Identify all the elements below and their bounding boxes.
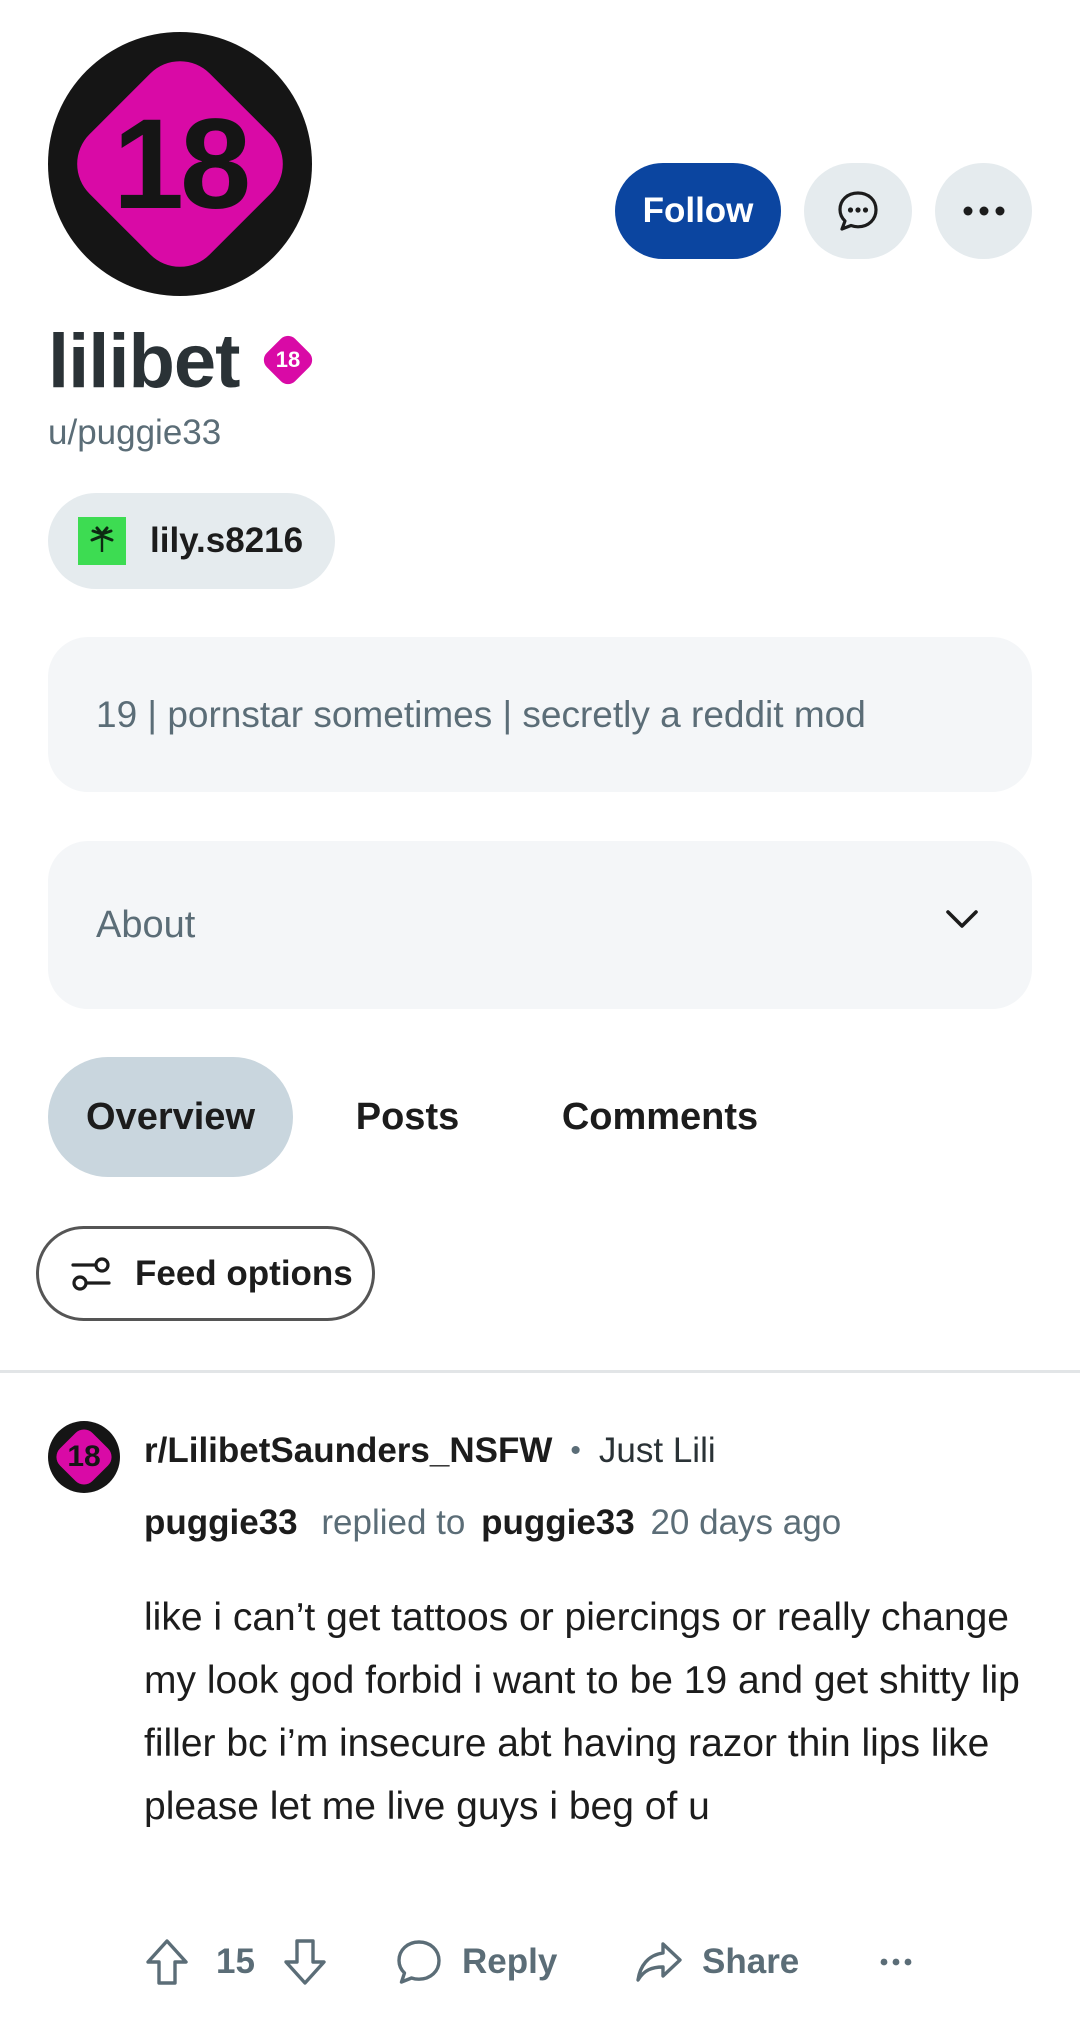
parent-author[interactable]: puggie33	[481, 1503, 635, 1542]
about-section[interactable]: About	[48, 841, 1032, 1009]
nsfw-badge-text: 18	[275, 347, 301, 372]
more-horizontal-icon	[963, 206, 1004, 216]
profile-avatar-text: 18	[112, 92, 251, 236]
subreddit-link[interactable]: r/LilibetSaunders_NSFW	[144, 1431, 552, 1471]
comment-more-button[interactable]	[879, 1932, 913, 1992]
share-button[interactable]: Share	[634, 1932, 799, 1992]
share-label: Share	[702, 1942, 800, 1981]
downvote-icon	[284, 1939, 326, 1985]
display-name: lilibet	[48, 319, 240, 404]
subreddit-avatar-text: 18	[67, 1440, 101, 1473]
palm-tree-icon	[78, 517, 126, 565]
post-title[interactable]: Just Lili	[599, 1431, 716, 1471]
vote-score: 15	[216, 1942, 255, 1981]
tab-comments[interactable]: Comments	[535, 1057, 785, 1177]
reply-label: Reply	[462, 1942, 558, 1981]
share-icon	[636, 1942, 682, 1982]
social-link-label: lily.s8216	[150, 521, 304, 560]
chevron-down-icon	[946, 910, 978, 928]
comment-meta: puggie33 replied to puggie33 20 days ago	[144, 1503, 841, 1543]
follow-button[interactable]: Follow	[615, 163, 781, 259]
more-horizontal-icon	[880, 1958, 912, 1966]
profile-avatar: 18	[48, 32, 312, 296]
divider	[0, 1370, 1080, 1373]
reply-button[interactable]: Reply	[394, 1932, 557, 1992]
comment-age: 20 days ago	[650, 1503, 842, 1542]
comment-body[interactable]: like i can’t get tattoos or piercings or…	[144, 1586, 1024, 1838]
feed-options-button[interactable]: Feed options	[36, 1226, 375, 1321]
chat-button[interactable]	[804, 163, 912, 259]
separator-dot: •	[570, 1434, 581, 1467]
comment-icon	[397, 1940, 441, 1984]
more-options-button[interactable]	[935, 163, 1032, 259]
comment-subreddit-line: r/LilibetSaunders_NSFW • Just Lili	[144, 1431, 716, 1471]
chat-bubble-icon	[838, 191, 878, 231]
tab-posts[interactable]: Posts	[330, 1057, 485, 1177]
downvote-button[interactable]	[282, 1932, 328, 1992]
sliders-icon	[71, 1256, 111, 1291]
username: u/puggie33	[48, 413, 222, 452]
replied-to-label: replied to	[321, 1503, 466, 1542]
feed-options-label: Feed options	[135, 1253, 353, 1293]
about-label: About	[96, 903, 196, 946]
comment-author[interactable]: puggie33	[144, 1503, 298, 1542]
social-link-chip[interactable]: lily.s8216	[48, 493, 335, 589]
upvote-icon	[146, 1939, 188, 1985]
bio-text: 19 | pornstar sometimes | secretly a red…	[96, 693, 866, 735]
bio-card: 19 | pornstar sometimes | secretly a red…	[48, 637, 1032, 792]
nsfw-badge: 18	[259, 331, 317, 389]
upvote-button[interactable]	[144, 1932, 190, 1992]
subreddit-avatar[interactable]: 18	[48, 1421, 120, 1493]
comment-actions: 15 Reply Share	[144, 1932, 1044, 1992]
tab-overview[interactable]: Overview	[48, 1057, 293, 1177]
